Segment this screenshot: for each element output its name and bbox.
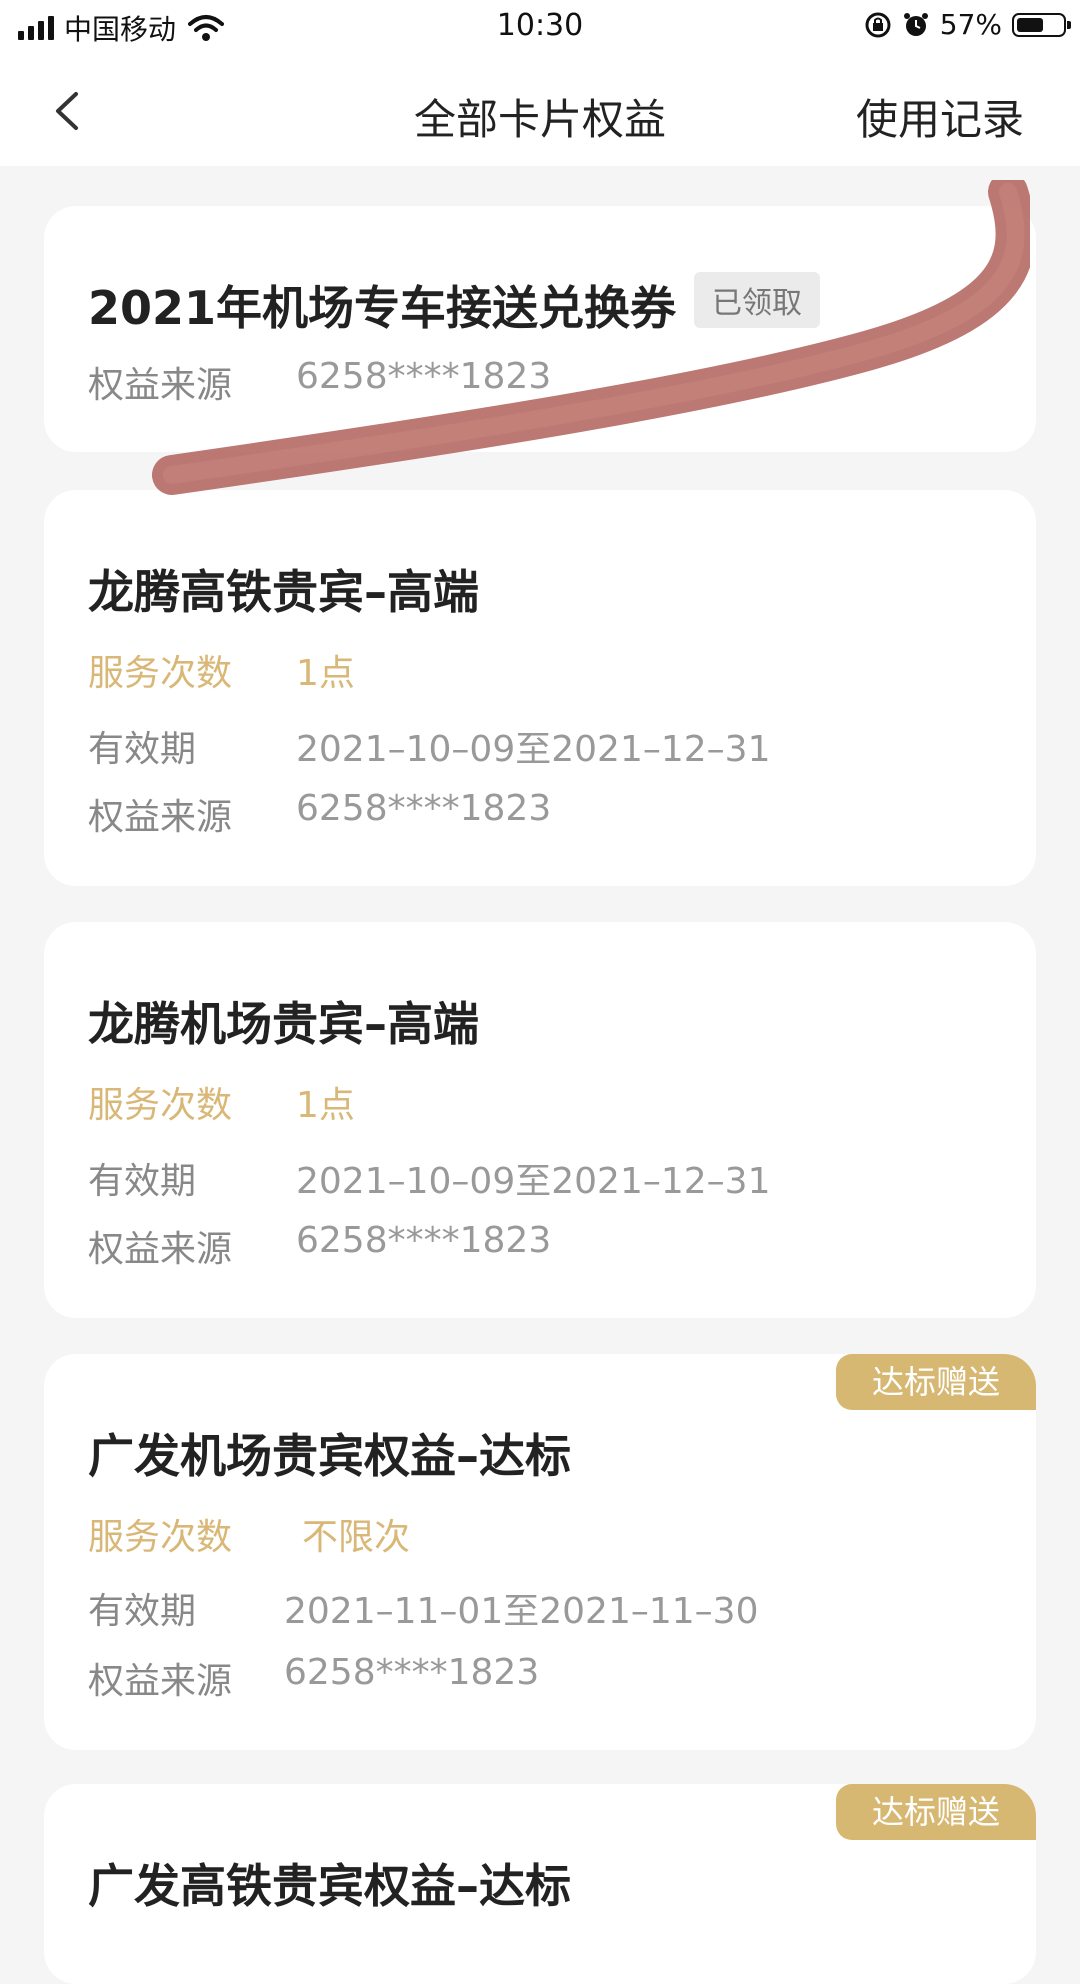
source-row: 权益来源 6258****1823: [88, 1652, 539, 1704]
service-count-value: 1点: [296, 653, 355, 694]
validity-label: 有效期: [88, 1161, 197, 1202]
promo-tag: 达标赠送: [836, 1784, 1036, 1840]
source-value: 6258****1823: [296, 788, 552, 829]
promo-tag: 达标赠送: [836, 1354, 1036, 1410]
benefit-card[interactable]: 龙腾机场贵宾–高端 服务次数 1点 有效期 2021–10–09至2021–12…: [44, 922, 1036, 1318]
service-count-row: 服务次数 不限次: [88, 1508, 410, 1560]
usage-record-button[interactable]: 使用记录: [856, 86, 1024, 147]
service-count-label: 服务次数: [88, 1517, 233, 1558]
validity-value: 2021–10–09至2021–12–31: [296, 1161, 771, 1202]
validity-row: 有效期 2021–10–09至2021–12–31: [88, 1152, 770, 1204]
card-title: 广发高铁贵宾权益–达标: [88, 1859, 571, 1913]
nav-bar: 全部卡片权益 使用记录: [0, 56, 1080, 166]
validity-row: 有效期 2021–10–09至2021–12–31: [88, 720, 770, 772]
benefit-card[interactable]: 龙腾高铁贵宾–高端 服务次数 1点 有效期 2021–10–09至2021–12…: [44, 490, 1036, 886]
source-row: 权益来源 6258****1823: [88, 1220, 551, 1272]
source-label: 权益来源: [88, 365, 233, 406]
card-title: 广发机场贵宾权益–达标: [88, 1429, 571, 1483]
source-label: 权益来源: [88, 1661, 233, 1702]
rotation-lock-icon: [865, 12, 891, 37]
battery-icon: [1012, 12, 1071, 37]
service-count-value: 1点: [296, 1085, 355, 1126]
source-label: 权益来源: [88, 1229, 233, 1270]
status-bar: 中国移动 10:30 57%: [0, 0, 1080, 56]
source-row: 权益来源 6258****1823: [88, 788, 551, 840]
validity-row: 有效期 2021–11–01至2021–11–30: [88, 1582, 758, 1634]
validity-value: 2021–11–01至2021–11–30: [284, 1591, 759, 1632]
service-count-label: 服务次数: [88, 653, 233, 694]
service-count-value: 不限次: [302, 1517, 411, 1558]
source-value: 6258****1823: [296, 356, 552, 397]
source-label: 权益来源: [88, 797, 233, 838]
source-value: 6258****1823: [284, 1652, 540, 1693]
status-badge: 已领取: [694, 272, 820, 328]
service-count-row: 服务次数 1点: [88, 1076, 355, 1128]
validity-value: 2021–10–09至2021–12–31: [296, 729, 771, 770]
validity-label: 有效期: [88, 1591, 197, 1632]
validity-label: 有效期: [88, 729, 197, 770]
status-right: 57%: [864, 8, 1071, 41]
alarm-icon: [903, 12, 928, 36]
card-title: 2021年机场专车接送兑换券: [88, 281, 677, 335]
benefit-card[interactable]: 2021年机场专车接送兑换券 已领取 权益来源 6258****1823: [44, 206, 1036, 452]
card-title: 龙腾机场贵宾–高端: [88, 997, 479, 1051]
service-count-label: 服务次数: [88, 1085, 233, 1126]
card-title: 龙腾高铁贵宾–高端: [88, 565, 479, 619]
source-value: 6258****1823: [296, 1220, 552, 1261]
service-count-row: 服务次数 1点: [88, 644, 355, 696]
benefit-card[interactable]: 达标赠送 广发高铁贵宾权益–达标: [44, 1784, 1036, 1984]
battery-percent: 57%: [939, 8, 1002, 41]
source-row: 权益来源 6258****1823: [88, 356, 551, 408]
benefit-card[interactable]: 达标赠送 广发机场贵宾权益–达标 服务次数 不限次 有效期 2021–11–01…: [44, 1354, 1036, 1750]
